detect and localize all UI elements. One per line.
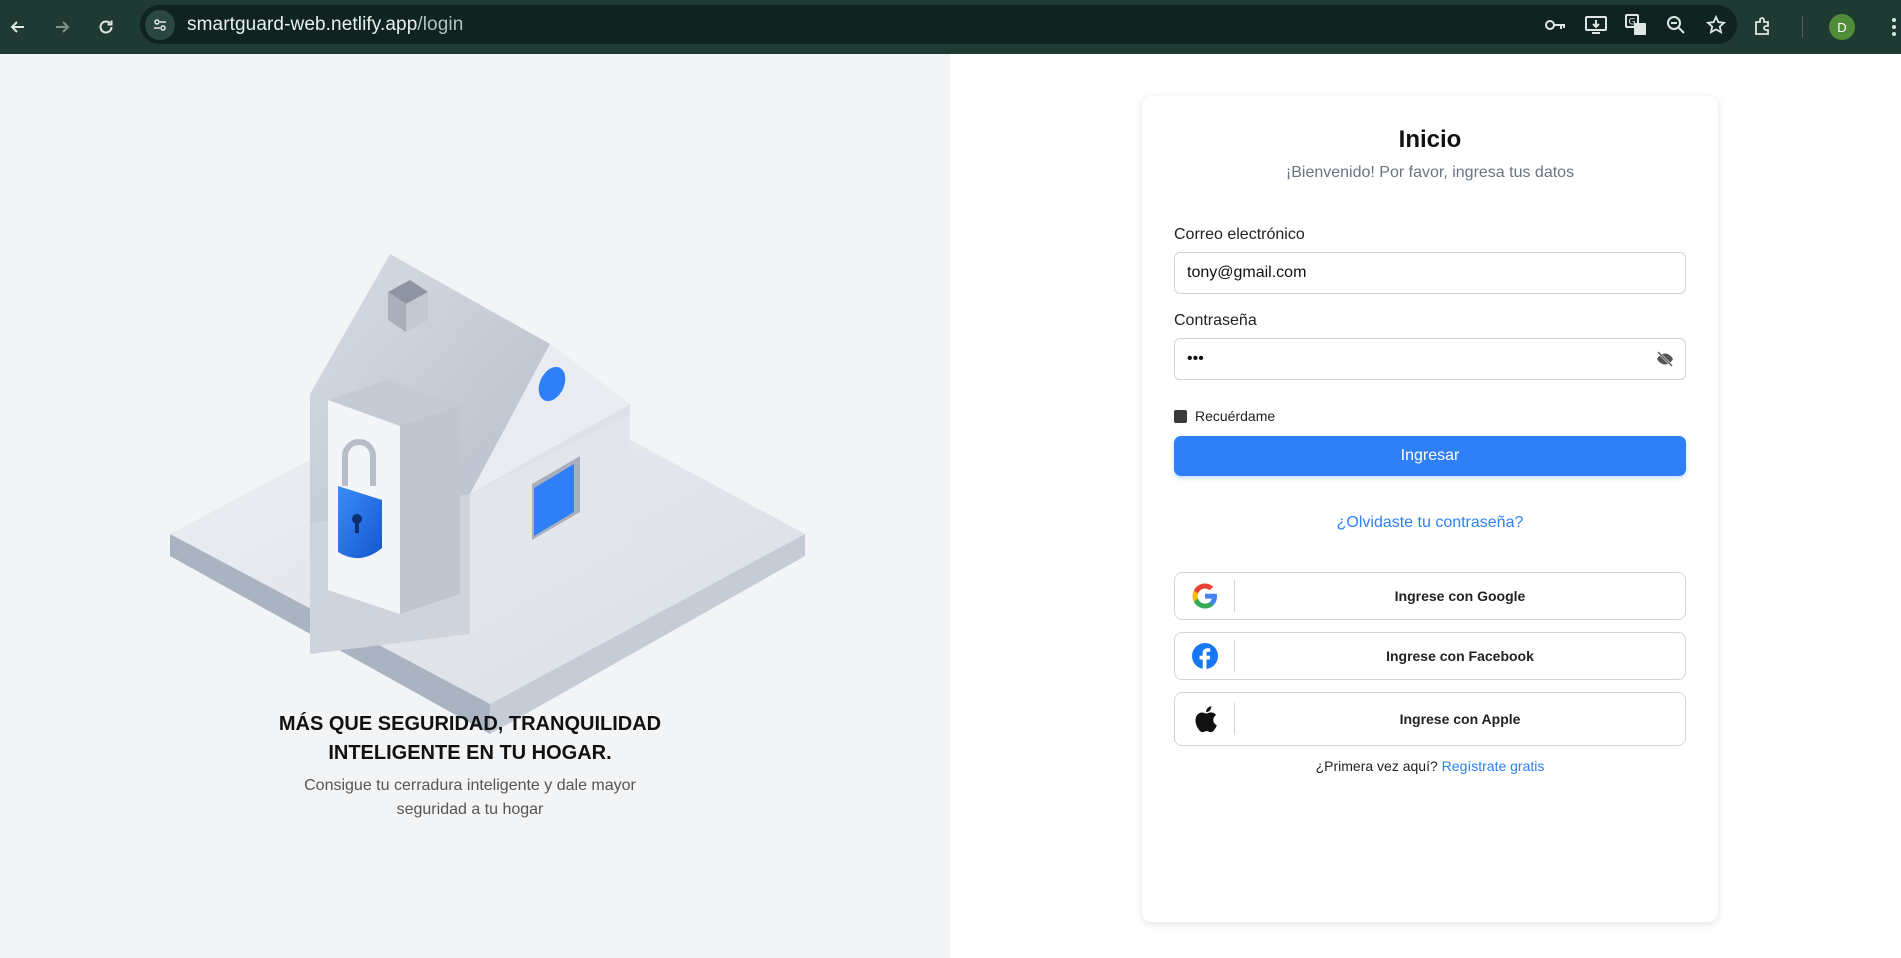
translate-icon: G (1625, 13, 1646, 35)
page-title: Inicio (1398, 126, 1462, 153)
signup-prompt-text: ¿Primera vez aquí? (1315, 758, 1438, 774)
site-info-button[interactable] (145, 9, 175, 40)
remember-label: Recuérdame (1195, 408, 1276, 424)
arrow-right-icon (56, 21, 70, 33)
facebook-icon (1175, 640, 1235, 672)
url-host: smartguard-web.netlify.app (187, 13, 418, 35)
password-key-button[interactable] (1543, 12, 1569, 38)
install-icon (1585, 15, 1607, 34)
reload-icon (99, 20, 113, 34)
google-icon (1175, 580, 1235, 612)
signup-prompt: ¿Primera vez aquí? Regístrate gratis (1142, 758, 1718, 774)
hero-tagline-line1: MÁS QUE SEGURIDAD, TRANQUILIDAD (278, 713, 662, 735)
url-path: /login (417, 13, 464, 35)
toolbar-separator (1802, 16, 1803, 38)
hero-subtitle-line1: Consigue tu cerradura inteligente y dale… (304, 777, 636, 794)
page-subtitle: ¡Bienvenido! Por favor, ingresa tus dato… (1285, 164, 1575, 181)
kebab-menu-icon (1892, 18, 1896, 36)
puzzle-icon (1755, 17, 1769, 35)
signup-link[interactable]: Regístrate gratis (1442, 758, 1545, 774)
install-app-button[interactable] (1583, 12, 1609, 38)
hero-tagline: MÁS QUE SEGURIDAD, TRANQUILIDAD INTELIGE… (225, 710, 715, 768)
translate-button[interactable]: G (1623, 12, 1649, 38)
toggle-password-visibility[interactable] (1654, 348, 1676, 370)
login-card: Inicio ¡Bienvenido! Por favor, ingresa t… (1142, 96, 1718, 922)
eye-off-icon (1657, 351, 1673, 367)
hero-subtitle: Consigue tu cerradura inteligente y dale… (285, 774, 655, 822)
tune-icon (154, 18, 166, 31)
back-button[interactable] (4, 13, 32, 41)
google-login-button[interactable]: Ingrese con Google (1174, 572, 1686, 620)
apple-icon (1175, 703, 1235, 735)
svg-text:G: G (1629, 17, 1636, 27)
star-icon (1706, 14, 1726, 34)
hero-subtitle-line2: seguridad a tu hogar (396, 801, 544, 818)
email-field[interactable] (1174, 252, 1686, 294)
apple-login-button[interactable]: Ingrese con Apple (1174, 692, 1686, 746)
extensions-button[interactable] (1750, 14, 1776, 40)
forward-button[interactable] (48, 13, 76, 41)
bookmark-button[interactable] (1703, 12, 1729, 38)
zoom-button[interactable] (1663, 12, 1689, 38)
apple-login-label: Ingrese con Apple (1399, 711, 1521, 727)
google-login-label: Ingrese con Google (1394, 588, 1526, 604)
password-field[interactable] (1174, 338, 1686, 380)
forgot-password-link[interactable]: ¿Olvidaste tu contraseña? (1142, 514, 1718, 532)
browser-toolbar: smartguard-web.netlify.app/login G D (0, 0, 1901, 54)
facebook-login-label: Ingrese con Facebook (1386, 648, 1534, 664)
login-panel: Inicio ¡Bienvenido! Por favor, ingresa t… (950, 54, 1901, 958)
hero-tagline-line2: INTELIGENTE EN TU HOGAR. (328, 742, 612, 764)
hero-panel: MÁS QUE SEGURIDAD, TRANQUILIDAD INTELIGE… (0, 54, 950, 958)
zoom-out-icon (1667, 15, 1685, 34)
login-button[interactable]: Ingresar (1174, 436, 1686, 476)
key-icon (1545, 19, 1565, 30)
remember-checkbox[interactable] (1174, 409, 1187, 423)
smart-home-lock-illustration (170, 254, 805, 734)
address-bar[interactable]: smartguard-web.netlify.app/login G (140, 5, 1737, 44)
remember-me[interactable]: Recuérdame (1174, 408, 1275, 424)
password-label: Contraseña (1174, 312, 1257, 329)
reload-button[interactable] (92, 13, 120, 41)
email-label: Correo electrónico (1174, 226, 1305, 243)
profile-avatar[interactable]: D (1829, 14, 1855, 40)
url-text: smartguard-web.netlify.app/login (187, 14, 463, 36)
menu-button[interactable] (1881, 14, 1901, 40)
facebook-login-button[interactable]: Ingrese con Facebook (1174, 632, 1686, 680)
arrow-left-icon (10, 21, 24, 33)
